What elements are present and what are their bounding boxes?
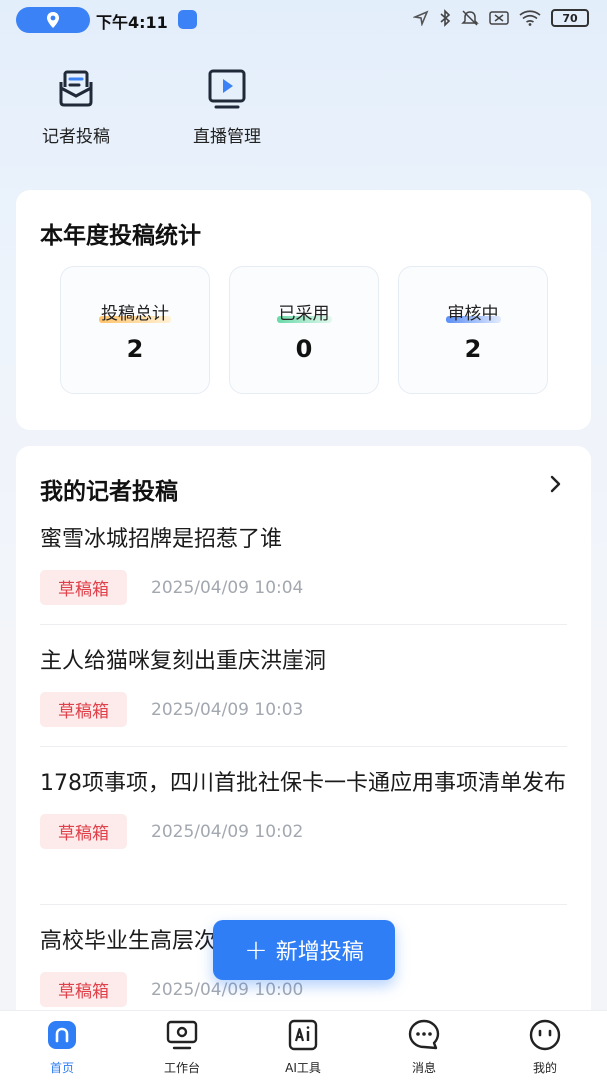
item-meta: 草稿箱 2025/04/09 10:02 [40,814,567,849]
list-item[interactable]: 主人给猫咪复刻出重庆洪崖洞 草稿箱 2025/04/09 10:03 [40,644,567,727]
stat-adopted[interactable]: 已采用 0 [229,266,379,394]
divider [40,746,567,747]
stat-label-wrap: 投稿总计 [61,299,209,324]
item-time: 2025/04/09 10:03 [151,699,304,720]
stat-value: 2 [126,335,144,363]
quick-action-live-management[interactable]: 直播管理 [177,66,277,147]
stat-label: 投稿总计 [101,304,169,324]
mute-icon [461,10,479,26]
wifi-icon [519,10,541,26]
status-badge: 草稿箱 [40,570,127,605]
nav-item-messages[interactable]: 消息 [384,1017,464,1076]
item-time: 2025/04/09 10:04 [151,577,304,598]
stat-label: 审核中 [447,304,499,324]
add-submission-label: 新增投稿 [275,940,364,965]
quick-action-label: 记者投稿 [42,127,110,147]
list-item[interactable]: 178项事项，四川首批社保卡一卡通应用事项清单发布 草稿箱 2025/04/09… [40,766,567,849]
nav-label: 我的 [532,1061,557,1075]
nav-item-ai-tools[interactable]: AI工具 [263,1017,343,1076]
mail-icon [59,70,93,107]
quick-action-reporter-submission[interactable]: 记者投稿 [26,66,126,147]
quick-action-label: 直播管理 [193,127,261,147]
nav-label: 首页 [49,1061,74,1075]
divider [40,624,567,625]
stat-value: 0 [295,335,313,363]
nav-label: AI工具 [285,1061,321,1075]
plus-icon: + [244,933,268,966]
chevron-right-icon[interactable] [543,472,567,496]
live-icon [208,69,246,109]
item-time: 2025/04/09 10:00 [151,979,304,1000]
item-meta: 草稿箱 2025/04/09 10:04 [40,570,567,605]
navigation-icon [413,10,429,26]
ai-tools-icon [288,1019,318,1051]
status-icons: 70 [413,9,589,27]
location-icon [47,12,59,28]
nav-label: 工作台 [163,1061,200,1075]
item-meta: 草稿箱 2025/04/09 10:03 [40,692,567,727]
status-bar: 下午4:11 70 [0,0,607,38]
bluetooth-icon [440,9,451,27]
nav-label: 消息 [411,1061,436,1075]
battery-indicator: 70 [551,9,589,27]
add-submission-button[interactable]: + 新增投稿 [213,920,395,980]
notification-icon [178,10,197,29]
status-badge: 草稿箱 [40,692,127,727]
stats-title: 本年度投稿统计 [40,223,201,249]
bottom-nav: 首页 工作台 AI工具 消息 我的 [0,1010,607,1080]
stat-total-submissions[interactable]: 投稿总计 2 [60,266,210,394]
workbench-icon [166,1020,198,1050]
stat-label-wrap: 审核中 [399,299,547,324]
stat-value: 2 [464,335,482,363]
stat-label: 已采用 [278,304,330,324]
item-title: 178项事项，四川首批社保卡一卡通应用事项清单发布 [40,771,566,796]
home-icon [48,1021,76,1049]
annual-stats-card: 本年度投稿统计 投稿总计 2 已采用 0 审核中 2 [16,190,591,430]
location-pill [16,7,90,33]
profile-icon [529,1019,561,1051]
item-time: 2025/04/09 10:02 [151,821,304,842]
nav-item-home[interactable]: 首页 [22,1017,102,1076]
sim-icon [489,11,509,25]
submissions-title: 我的记者投稿 [40,479,178,505]
message-icon [408,1019,440,1050]
stat-label-wrap: 已采用 [230,299,378,324]
status-badge: 草稿箱 [40,814,127,849]
status-badge: 草稿箱 [40,972,127,1007]
list-item[interactable]: 蜜雪冰城招牌是招惹了谁 草稿箱 2025/04/09 10:04 [40,522,567,605]
status-time: 下午4:11 [96,13,168,32]
nav-item-profile[interactable]: 我的 [505,1017,585,1076]
item-title: 主人给猫咪复刻出重庆洪崖洞 [40,649,327,674]
nav-item-workbench[interactable]: 工作台 [142,1017,222,1076]
quick-actions: 记者投稿 直播管理 [0,66,607,156]
item-title: 蜜雪冰城招牌是招惹了谁 [40,527,283,552]
divider [40,904,567,905]
stat-under-review[interactable]: 审核中 2 [398,266,548,394]
